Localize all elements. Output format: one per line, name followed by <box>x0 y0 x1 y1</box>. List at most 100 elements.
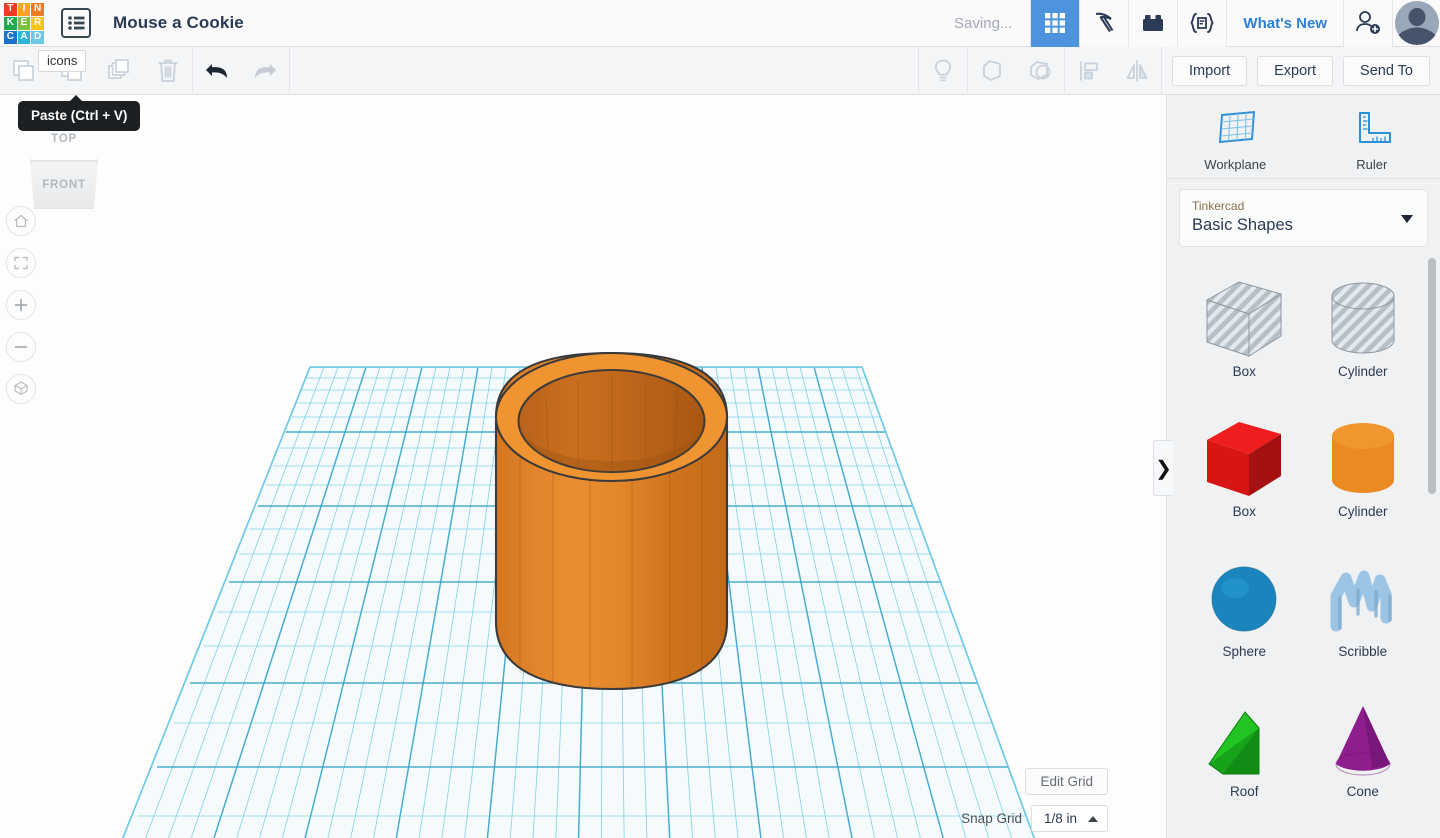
shapes-scrollbar-thumb[interactable] <box>1428 258 1436 494</box>
send-to-button[interactable]: Send To <box>1343 55 1430 86</box>
snap-grid-value: 1/8 in <box>1043 811 1077 826</box>
undo-button[interactable] <box>193 47 241 95</box>
logo-tile-n: N <box>31 2 44 16</box>
shapes-panel: Workplane Ruler Tinkercad Basic Shapes B… <box>1166 95 1440 838</box>
add-person-icon[interactable] <box>1343 0 1392 47</box>
workplane-watermark: Workplane <box>88 833 362 838</box>
shape-thumbnail <box>1320 272 1406 368</box>
library-value: Basic Shapes <box>1192 216 1293 234</box>
shape-item-roof[interactable]: Roof <box>1185 692 1304 822</box>
shape-item-scribble[interactable]: Scribble <box>1304 552 1423 682</box>
ruler-tool[interactable]: Ruler <box>1304 95 1440 178</box>
avatar-image <box>1394 1 1439 45</box>
caret-up-icon <box>1088 815 1098 822</box>
logo-tile-e: E <box>17 16 31 30</box>
group-button[interactable] <box>968 47 1016 95</box>
tab-3d-design[interactable] <box>1030 0 1080 47</box>
align-button[interactable] <box>1065 47 1113 95</box>
logo-tile-d: D <box>31 30 44 44</box>
panel-collapse-handle[interactable]: ❯ <box>1153 440 1173 496</box>
light-group <box>919 47 967 95</box>
logo-tile-a: A <box>17 30 31 44</box>
hollow-cylinder-model[interactable] <box>494 351 729 691</box>
view-cube-front-face[interactable]: FRONT <box>30 161 98 209</box>
tinkercad-logo[interactable]: TINKERCAD <box>0 0 47 47</box>
snap-grid-control: Snap Grid 1/8 in <box>961 805 1108 832</box>
perspective-toggle-button[interactable] <box>6 374 36 404</box>
toolbar-divider <box>1161 46 1163 95</box>
light-button[interactable] <box>919 47 967 95</box>
export-button[interactable]: Export <box>1257 55 1334 86</box>
fit-to-view-button[interactable] <box>6 248 36 278</box>
shape-item-cylinder[interactable]: Cylinder <box>1304 412 1423 542</box>
duplicate-button[interactable] <box>96 47 144 95</box>
grouping-group <box>968 47 1064 95</box>
minus-icon <box>14 346 28 348</box>
shape-item-cone[interactable]: Cone <box>1304 692 1423 822</box>
saving-status: Saving... <box>954 14 1013 32</box>
shape-thumbnail <box>1201 412 1287 508</box>
home-icon <box>14 214 28 228</box>
fit-frame-icon <box>14 256 28 270</box>
shape-item-box-hole[interactable]: Box <box>1185 272 1304 402</box>
logo-tile-t: T <box>4 2 17 16</box>
logo-tile-i: I <box>17 2 31 16</box>
plus-icon <box>14 298 28 312</box>
shapes-scrollbar[interactable] <box>1428 258 1436 838</box>
workplane-3d-view: Workplane <box>88 351 1058 838</box>
ruler-tool-label: Ruler <box>1356 157 1388 172</box>
shape-item-box[interactable]: Box <box>1185 412 1304 542</box>
ungroup-button[interactable] <box>1016 47 1064 95</box>
edit-grid-button[interactable]: Edit Grid <box>1025 768 1108 795</box>
shape-thumbnail <box>1201 272 1287 368</box>
workplane-grid-icon <box>1219 110 1256 144</box>
logo-tile-c: C <box>4 30 17 44</box>
view-cube[interactable]: TOP FRONT <box>22 117 106 213</box>
sphere-art <box>1211 566 1277 632</box>
shape-label: Cone <box>1346 784 1379 799</box>
logo-tile-r: R <box>31 16 44 30</box>
whats-new-link[interactable]: What's New <box>1226 0 1343 47</box>
redo-button[interactable] <box>241 47 289 95</box>
shape-label: Scribble <box>1338 644 1388 659</box>
import-button[interactable]: Import <box>1172 55 1248 86</box>
mirror-button[interactable] <box>1113 47 1161 95</box>
library-selector[interactable]: Tinkercad Basic Shapes <box>1179 189 1428 247</box>
library-selector-wrap: Tinkercad Basic Shapes <box>1167 179 1440 256</box>
shape-item-cylinder-hole[interactable]: Cylinder <box>1304 272 1423 402</box>
tab-blocks[interactable] <box>1128 0 1178 47</box>
clipboard-group <box>0 47 192 95</box>
shape-thumbnail <box>1320 692 1406 788</box>
snap-grid-label: Snap Grid <box>961 811 1022 826</box>
icons-label-overlay: icons <box>38 50 87 72</box>
cylinder-art <box>1331 423 1394 493</box>
toolbar-divider <box>289 46 290 95</box>
zoom-out-button[interactable] <box>6 332 36 362</box>
top-bar-right: Saving... What's New <box>954 0 1440 47</box>
zoom-in-button[interactable] <box>6 290 36 320</box>
cylinder-hole-art <box>1331 282 1395 354</box>
list-menu-icon[interactable] <box>61 8 91 38</box>
shape-label: Cylinder <box>1337 364 1388 379</box>
home-view-button[interactable] <box>6 206 36 236</box>
library-sublabel: Tinkercad <box>1192 199 1245 213</box>
document-title[interactable]: Mouse a Cookie <box>113 13 244 33</box>
panel-tools-row: Workplane Ruler <box>1167 95 1440 179</box>
avatar[interactable] <box>1392 0 1440 47</box>
shape-label: Box <box>1232 364 1256 379</box>
ruler-icon <box>1358 112 1391 143</box>
shape-item-sphere[interactable]: Sphere <box>1185 552 1304 682</box>
chevron-down-icon <box>1401 215 1413 223</box>
shape-thumbnail <box>1201 692 1287 788</box>
tab-codeblocks[interactable] <box>1177 0 1227 47</box>
delete-button[interactable] <box>144 47 192 95</box>
workplane-tool[interactable]: Workplane <box>1167 95 1304 178</box>
shapes-grid: Box Cylinder Box Cylinder Sphere Scribbl… <box>1167 258 1440 822</box>
shape-label: Roof <box>1229 784 1259 799</box>
snap-grid-select[interactable]: 1/8 in <box>1030 805 1108 832</box>
design-canvas[interactable]: Workplane <box>0 95 1166 838</box>
shapes-scroll-area[interactable]: Box Cylinder Box Cylinder Sphere Scribbl… <box>1167 258 1440 838</box>
workplane-tool-label: Workplane <box>1204 157 1267 172</box>
shape-thumbnail <box>1320 412 1406 508</box>
tab-minecraft[interactable] <box>1079 0 1129 47</box>
